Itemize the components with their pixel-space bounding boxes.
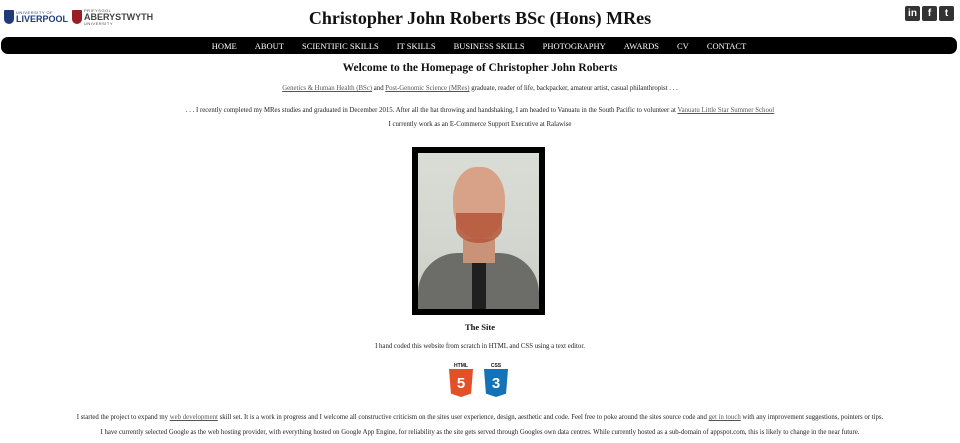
- html5-badge: HTML 5: [449, 363, 473, 397]
- get-in-touch-link[interactable]: get in touch: [709, 414, 741, 421]
- nav-business-skills[interactable]: BUSINESS SKILLS: [454, 41, 525, 51]
- intro-rest: graduate, reader of life, backpacker, am…: [469, 85, 678, 92]
- photo-beard: [456, 213, 502, 243]
- intro-text: Genetics & Human Health (BSc) and Post-G…: [0, 84, 960, 93]
- css3-number: 3: [491, 374, 501, 392]
- nav-about[interactable]: ABOUT: [255, 41, 284, 51]
- summer-school-link[interactable]: Vanuatu Little Star Summer School: [677, 107, 774, 114]
- main-content: Welcome to the Homepage of Christopher J…: [0, 62, 960, 129]
- page-heading: Welcome to the Homepage of Christopher J…: [342, 62, 618, 74]
- project-text-c: with any improvement suggestions, pointe…: [740, 414, 884, 421]
- html5-icon: 5: [449, 369, 473, 397]
- project-paragraph: I started the project to expand my web d…: [0, 413, 960, 422]
- tech-icons: HTML 5 CSS 3: [449, 363, 508, 397]
- nav-contact[interactable]: CONTACT: [707, 41, 746, 51]
- project-text-a: I started the project to expand my: [76, 414, 170, 421]
- nav-photography[interactable]: PHOTOGRAPHY: [543, 41, 606, 51]
- project-text-b: skill set. It is a work in progress and …: [217, 414, 709, 421]
- css3-label: CSS: [490, 363, 502, 369]
- completed-text: . . . I recently completed my MRes studi…: [0, 106, 960, 115]
- bsc-link[interactable]: Genetics & Human Health (BSc): [282, 85, 372, 92]
- site-section-heading: The Site: [465, 322, 495, 332]
- completed-body: . . . I recently completed my MRes studi…: [185, 107, 678, 114]
- nav-awards[interactable]: AWARDS: [624, 41, 659, 51]
- nav-scientific-skills[interactable]: SCIENTIFIC SKILLS: [302, 41, 379, 51]
- site-title: Christopher John Roberts BSc (Hons) MRes: [308, 8, 652, 28]
- css3-badge: CSS 3: [484, 363, 508, 397]
- nav-home[interactable]: HOME: [212, 41, 237, 51]
- work-text: I currently work as an E-Commerce Suppor…: [388, 121, 572, 128]
- site-header: UNIVERSITY OF LIVERPOOL PRIFYSGOL ABERYS…: [0, 0, 960, 36]
- html5-label: HTML: [454, 363, 468, 369]
- web-development-link[interactable]: web development: [170, 414, 218, 421]
- site-section-text: I hand coded this website from scratch i…: [375, 343, 585, 350]
- main-navbar: HOME ABOUT SCIENTIFIC SKILLS IT SKILLS B…: [1, 37, 957, 54]
- photo-tie: [472, 263, 486, 309]
- mres-link[interactable]: Post-Genomic Science (MRes): [385, 85, 469, 92]
- intro-and: and: [372, 85, 386, 92]
- social-links: in f t: [905, 6, 954, 21]
- twitter-icon[interactable]: t: [939, 6, 954, 21]
- profile-photo-frame: [412, 147, 545, 315]
- html5-number: 5: [456, 374, 466, 392]
- css3-icon: 3: [484, 369, 508, 397]
- hosting-paragraph: I have currently selected Google as the …: [100, 429, 860, 436]
- nav-it-skills[interactable]: IT SKILLS: [397, 41, 436, 51]
- facebook-icon[interactable]: f: [922, 6, 937, 21]
- nav-cv[interactable]: CV: [677, 41, 689, 51]
- linkedin-icon[interactable]: in: [905, 6, 920, 21]
- profile-photo: [418, 153, 539, 309]
